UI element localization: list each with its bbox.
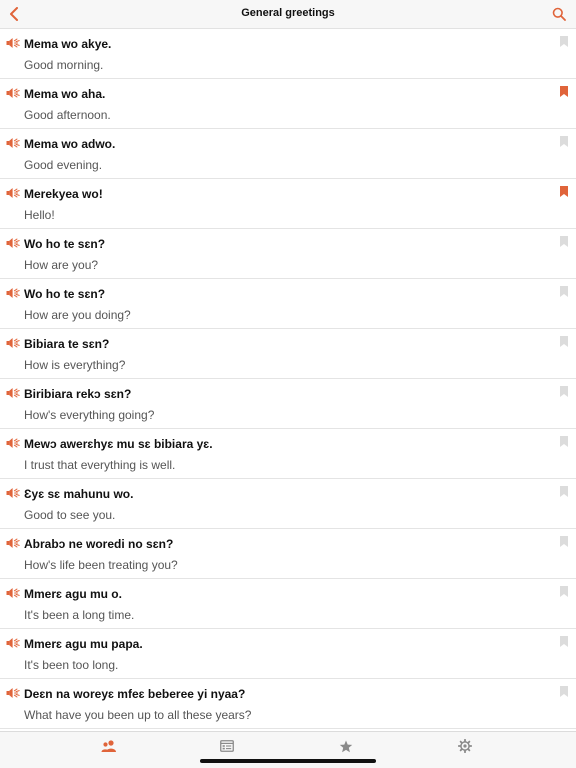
phrase-text: Mema wo akye. <box>24 37 112 51</box>
speaker-icon[interactable] <box>6 87 21 99</box>
phrase-row[interactable]: Merekyea wo! Hello! <box>0 179 576 229</box>
speaker-icon[interactable] <box>6 437 21 449</box>
translation-text: How is everything? <box>24 358 126 372</box>
translation-text: Good to see you. <box>24 508 116 522</box>
speaker-icon[interactable] <box>6 37 21 49</box>
search-icon <box>552 7 566 21</box>
phrase-row[interactable]: Abrabɔ ne woredi no sɛn? How's life been … <box>0 529 576 579</box>
bookmark-icon[interactable] <box>560 386 568 397</box>
people-icon <box>101 740 116 752</box>
phrase-row[interactable]: Mema wo adwo. Good evening. <box>0 129 576 179</box>
bookmark-icon[interactable] <box>560 86 568 97</box>
tab-bar <box>0 731 576 768</box>
app-window: General greetings Mema wo akye. Good morn… <box>0 0 576 768</box>
translation-text: Good evening. <box>24 158 103 172</box>
speaker-icon[interactable] <box>6 237 21 249</box>
tab-favorites[interactable] <box>336 738 356 754</box>
phrase-text: Mema wo adwo. <box>24 137 116 151</box>
phrase-list: Mema wo akye. Good morning. Mema wo aha. Go… <box>0 29 576 731</box>
bookmark-icon[interactable] <box>560 686 568 697</box>
bookmark-icon[interactable] <box>560 486 568 497</box>
translation-text: Good afternoon. <box>24 108 111 122</box>
bookmark-icon[interactable] <box>560 336 568 347</box>
phrase-text: Deɛn na woreyɛ mfeɛ beberee yi nyaa? <box>24 687 246 701</box>
translation-text: I trust that everything is well. <box>24 458 176 472</box>
bookmark-icon[interactable] <box>560 536 568 547</box>
translation-text: What have you been up to all these years… <box>24 708 252 722</box>
phrase-row[interactable]: Mema wo aha. Good afternoon. <box>0 79 576 129</box>
phrase-row[interactable]: Mmerɛ agu mu o. It's been a long time. <box>0 579 576 629</box>
translation-text: Hello! <box>24 208 55 222</box>
speaker-icon[interactable] <box>6 187 21 199</box>
tab-settings[interactable] <box>455 738 475 754</box>
bookmark-icon[interactable] <box>560 236 568 247</box>
translation-text: How's life been treating you? <box>24 558 178 572</box>
star-icon <box>339 740 353 752</box>
bookmark-icon[interactable] <box>560 136 568 147</box>
bookmark-icon[interactable] <box>560 586 568 597</box>
tab-phrases[interactable] <box>99 738 119 754</box>
speaker-icon[interactable] <box>6 387 21 399</box>
phrase-row[interactable]: Wo ho te sɛn? How are you? <box>0 229 576 279</box>
phrase-row[interactable]: Bibiara te sɛn? How is everything? <box>0 329 576 379</box>
phrase-text: Bibiara te sɛn? <box>24 337 110 351</box>
phrase-text: Ɛyɛ sɛ mahunu wo. <box>24 487 134 501</box>
translation-text: It's been too long. <box>24 658 119 672</box>
bookmark-icon[interactable] <box>560 436 568 447</box>
translation-text: How are you? <box>24 258 99 272</box>
phrase-text: Abrabɔ ne woredi no sɛn? <box>24 537 174 551</box>
translation-text: It's been a long time. <box>24 608 135 622</box>
phrase-text: Mewɔ awerɛhyɛ mu sɛ bibiara yɛ. <box>24 437 213 451</box>
speaker-icon[interactable] <box>6 337 21 349</box>
speaker-icon[interactable] <box>6 487 21 499</box>
list-card-icon <box>220 740 234 752</box>
phrase-text: Wo ho te sɛn? <box>24 237 106 251</box>
bookmark-icon[interactable] <box>560 36 568 47</box>
speaker-icon[interactable] <box>6 687 21 699</box>
phrase-row[interactable]: Mewɔ awerɛhyɛ mu sɛ bibiara yɛ. I trust t… <box>0 429 576 479</box>
phrase-row[interactable]: Wo ho te sɛn? How are you doing? <box>0 279 576 329</box>
chevron-left-icon <box>10 7 18 21</box>
tab-categories[interactable] <box>217 738 237 754</box>
phrase-row[interactable]: Mmerɛ agu mu papa. It's been too long. <box>0 629 576 679</box>
translation-text: How are you doing? <box>24 308 131 322</box>
translation-text: Good morning. <box>24 58 104 72</box>
phrase-row[interactable]: Deɛn na woreyɛ mfeɛ beberee yi nyaa? What… <box>0 679 576 729</box>
page-title: General greetings <box>241 7 335 19</box>
back-button[interactable] <box>4 4 24 24</box>
phrase-row[interactable]: Mema wo akye. Good morning. <box>0 29 576 79</box>
translation-text: How's everything going? <box>24 408 155 422</box>
gear-icon <box>458 739 472 753</box>
bookmark-icon[interactable] <box>560 286 568 297</box>
phrase-text: Mema wo aha. <box>24 87 106 101</box>
speaker-icon[interactable] <box>6 537 21 549</box>
navigation-bar: General greetings <box>0 0 576 29</box>
search-button[interactable] <box>550 5 568 23</box>
speaker-icon[interactable] <box>6 137 21 149</box>
home-indicator <box>200 759 376 763</box>
phrase-text: Biribiara rekɔ sɛn? <box>24 387 132 401</box>
phrase-row[interactable]: Biribiara rekɔ sɛn? How's everything goin… <box>0 379 576 429</box>
speaker-icon[interactable] <box>6 287 21 299</box>
bookmark-icon[interactable] <box>560 636 568 647</box>
bookmark-icon[interactable] <box>560 186 568 197</box>
phrase-row[interactable]: Ɛyɛ sɛ mahunu wo. Good to see you. <box>0 479 576 529</box>
phrase-text: Merekyea wo! <box>24 187 103 201</box>
speaker-icon[interactable] <box>6 637 21 649</box>
phrase-text: Mmerɛ agu mu papa. <box>24 637 143 651</box>
phrase-text: Wo ho te sɛn? <box>24 287 106 301</box>
speaker-icon[interactable] <box>6 587 21 599</box>
phrase-text: Mmerɛ agu mu o. <box>24 587 122 601</box>
